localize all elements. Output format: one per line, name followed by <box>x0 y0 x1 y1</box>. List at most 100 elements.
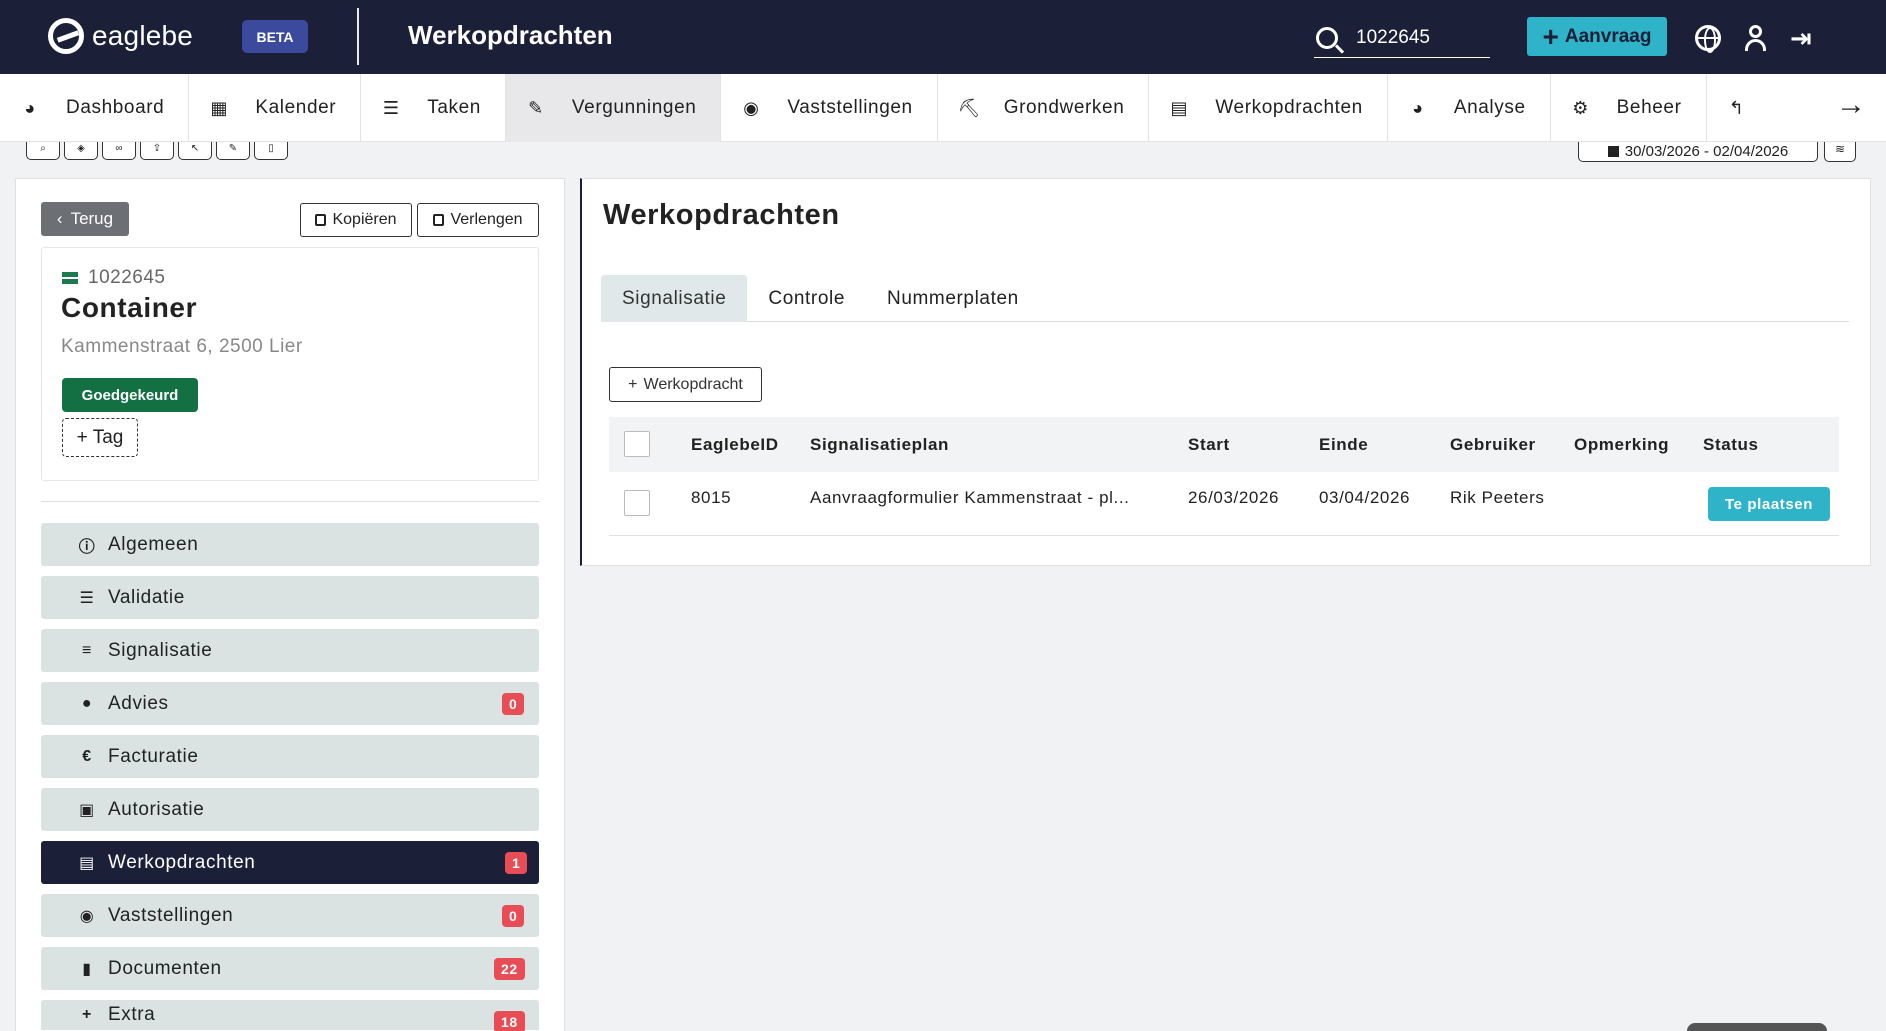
logo-text: eaglebe <box>92 20 194 51</box>
tab-bar: Signalisatie Controle Nummerplaten <box>601 275 1849 322</box>
locate-icon[interactable]: ◈ <box>64 142 98 160</box>
sidebar-item-label: Algemeen <box>108 533 199 555</box>
sidebar-item-advies[interactable]: ● Advies 0 <box>41 682 539 725</box>
count-badge: 1 <box>505 852 528 874</box>
nav-item-werkopdrachten[interactable]: ▤ Werkopdrachten <box>1149 74 1388 142</box>
sidebar-item-algemeen[interactable]: ⓘ Algemeen <box>41 523 539 566</box>
row-id: 8015 <box>691 488 732 507</box>
nav-item-analyse[interactable]: ◕ Analyse <box>1388 74 1551 142</box>
pointer-icon[interactable]: ↖ <box>178 142 212 160</box>
row-user: Rik Peeters <box>1450 488 1545 507</box>
record-id-value: 1022645 <box>88 267 166 288</box>
back-button[interactable]: ‹ Terug <box>41 202 129 236</box>
copy-label: Kopiëren <box>332 211 397 228</box>
nav-item-label: Vaststellingen <box>787 97 913 118</box>
binoculars-icon[interactable]: ∞ <box>102 142 136 160</box>
record-id: 1022645 <box>62 267 165 289</box>
tab-nummerplaten[interactable]: Nummerplaten <box>866 275 1040 322</box>
row-plan[interactable]: Aanvraagformulier Kammenstraat - pl... <box>810 488 1129 508</box>
upload-icon[interactable]: ⇪ <box>140 142 174 160</box>
nav-item-more[interactable]: ↰ <box>1707 74 1773 142</box>
globe-icon[interactable] <box>1695 25 1721 53</box>
calendar-icon <box>1607 146 1619 157</box>
column-header-user[interactable]: Gebruiker <box>1450 435 1536 455</box>
sidebar-item-facturatie[interactable]: € Facturatie <box>41 735 539 778</box>
tasks-icon: ☰ <box>382 97 400 118</box>
nav-item-label: Kalender <box>255 97 337 118</box>
back-label: Terug <box>70 209 114 228</box>
table-row[interactable]: 8015 Aanvraagformulier Kammenstraat - pl… <box>609 472 1839 536</box>
calendar-icon: ▦ <box>210 97 229 118</box>
select-all-checkbox[interactable] <box>624 431 650 457</box>
sidebar-item-label: Extra <box>108 1004 156 1025</box>
delete-icon[interactable]: ▯ <box>254 142 288 160</box>
column-header-end[interactable]: Einde <box>1319 435 1368 455</box>
analytics-icon: ◕ <box>1412 97 1424 118</box>
sidebar-item-autorisatie[interactable]: ▣ Autorisatie <box>41 788 539 831</box>
panel-title: Werkopdrachten <box>603 199 840 231</box>
column-header-remark[interactable]: Opmerking <box>1574 435 1669 455</box>
comment-icon: ● <box>81 694 93 712</box>
work-orders-panel: Werkopdrachten Signalisatie Controle Num… <box>580 178 1871 566</box>
tab-controle[interactable]: Controle <box>747 275 866 322</box>
beta-badge: BETA <box>242 20 308 53</box>
nav-item-vaststellingen[interactable]: ◉ Vaststellingen <box>721 74 938 142</box>
nav-scroll-right-icon[interactable]: → <box>1836 88 1866 122</box>
file-icon: ▮ <box>82 960 92 978</box>
nav-item-label: Dashboard <box>66 97 165 118</box>
checklist-icon: ☰ <box>79 589 95 607</box>
copy-button[interactable]: Kopiëren <box>300 203 412 237</box>
nav-item-taken[interactable]: ☰ Taken <box>361 74 506 142</box>
search-icon[interactable] <box>1316 26 1338 49</box>
euro-icon: € <box>82 747 92 765</box>
nav-item-beheer[interactable]: ⚙ Beheer <box>1551 74 1707 142</box>
nav-item-label: Analyse <box>1453 97 1526 118</box>
column-header-start[interactable]: Start <box>1188 435 1230 455</box>
bottom-drawer-handle[interactable] <box>1687 1023 1827 1031</box>
plus-icon: + <box>628 375 638 393</box>
column-header-id[interactable]: EaglebeID <box>691 435 779 455</box>
signpost-icon <box>62 270 78 286</box>
new-request-button[interactable]: + Aanvraag <box>1527 17 1667 56</box>
sidebar-item-validatie[interactable]: ☰ Validatie <box>41 576 539 619</box>
excavator-icon: ⛏ <box>957 97 982 118</box>
extend-label: Verlengen <box>450 211 523 228</box>
sidebar-item-extra[interactable]: + Extra 18 <box>41 1000 539 1031</box>
document-icon: ▤ <box>1170 97 1189 118</box>
divider <box>41 501 539 502</box>
logout-icon[interactable]: ⇥ <box>1790 25 1816 51</box>
sidebar-item-documenten[interactable]: ▮ Documenten 22 <box>41 947 539 990</box>
sidebar-item-vaststellingen[interactable]: ◉ Vaststellingen 0 <box>41 894 539 937</box>
new-request-label: Aanvraag <box>1564 25 1652 47</box>
extend-button[interactable]: Verlengen <box>417 203 539 237</box>
date-range-picker[interactable]: 30/03/2026 - 02/04/2026 <box>1578 142 1818 162</box>
layers-icon[interactable]: ≋ <box>1824 142 1856 162</box>
zoom-icon[interactable]: ⌕ <box>26 142 60 160</box>
ruler-icon[interactable]: ✎ <box>216 142 250 160</box>
nav-item-kalender[interactable]: ▦ Kalender <box>189 74 362 142</box>
sidebar-item-werkopdrachten[interactable]: ▤ Werkopdrachten 1 <box>41 841 539 884</box>
signpost-icon: ≡ <box>82 641 92 659</box>
add-tag-button[interactable]: + Tag <box>62 418 138 457</box>
record-type: Container <box>61 292 198 323</box>
add-work-order-button[interactable]: + Werkopdracht <box>609 367 762 402</box>
tab-signalisatie[interactable]: Signalisatie <box>601 275 748 322</box>
row-status-badge[interactable]: Te plaatsen <box>1708 487 1830 521</box>
nav-item-vergunningen[interactable]: ✎ Vergunningen <box>505 74 722 142</box>
user-icon[interactable] <box>1743 25 1769 51</box>
count-badge: 22 <box>494 958 525 980</box>
search-input[interactable] <box>1356 26 1486 49</box>
search-box <box>1314 18 1490 58</box>
page-title: Werkopdrachten <box>408 20 613 50</box>
map-toolbar: ⌕ ◈ ∞ ⇪ ↖ ✎ ▯ <box>26 142 288 160</box>
copy-icon <box>315 214 327 226</box>
nav-item-dashboard[interactable]: ◕ Dashboard <box>0 74 190 142</box>
eye-icon: ◉ <box>79 907 95 925</box>
eaglebe-logo[interactable]: eaglebe <box>48 18 193 54</box>
nav-item-grondwerken[interactable]: ⛏ Grondwerken <box>938 74 1150 142</box>
sidebar-item-signalisatie[interactable]: ≡ Signalisatie <box>41 629 539 672</box>
row-checkbox[interactable] <box>624 490 650 516</box>
column-header-status[interactable]: Status <box>1703 435 1759 455</box>
sidebar-item-label: Vaststellingen <box>108 904 234 926</box>
column-header-plan[interactable]: Signalisatieplan <box>810 435 949 455</box>
